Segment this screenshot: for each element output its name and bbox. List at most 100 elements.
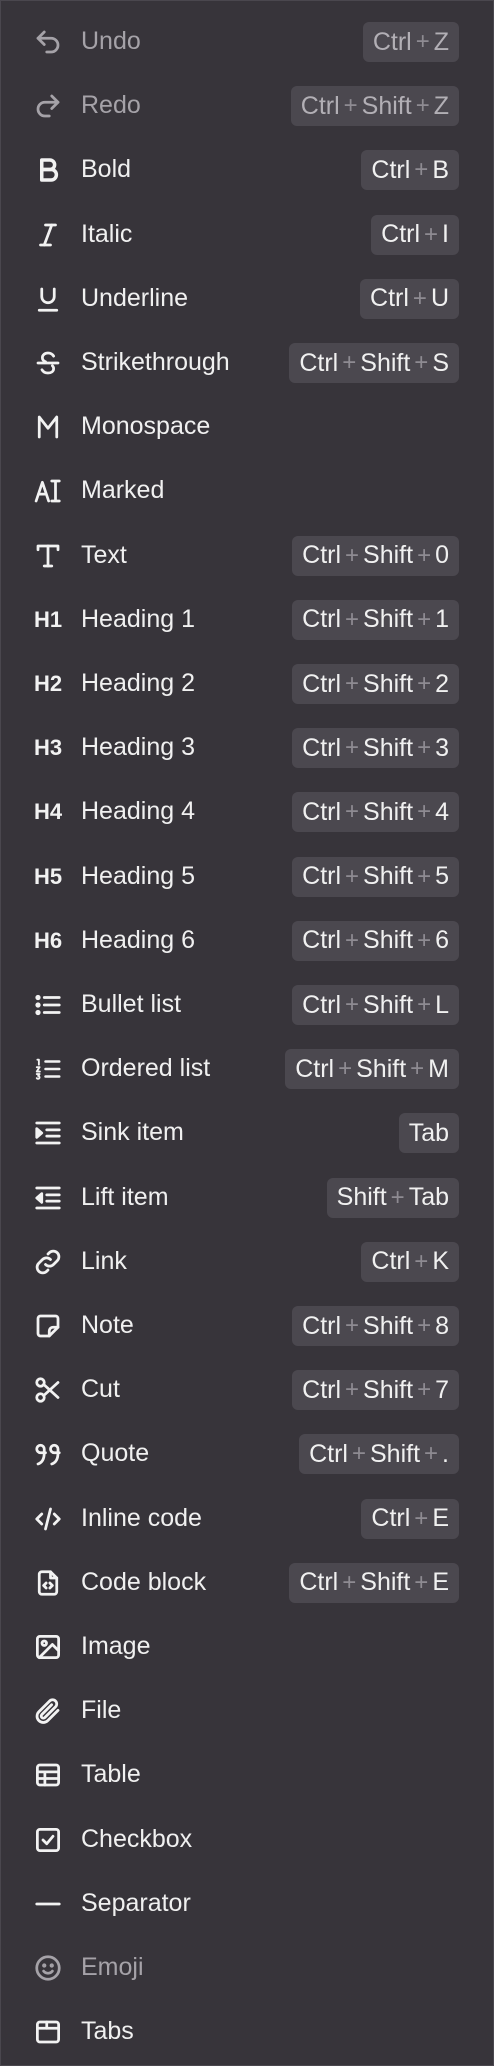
menu-item-separator[interactable]: Separator xyxy=(1,1871,493,1935)
keyboard-shortcut: Tab xyxy=(398,1113,459,1154)
note-icon xyxy=(33,1311,63,1341)
keyboard-shortcut: Ctrl + Shift +4 xyxy=(292,792,459,833)
keyboard-shortcut: Ctrl + Shift + Z xyxy=(290,86,459,127)
menu-item-sink-item[interactable]: Sink item Tab xyxy=(1,1100,493,1164)
menu-item-label: Italic xyxy=(81,219,133,248)
menu-item-label: Bullet list xyxy=(81,990,182,1018)
menu-item-heading-5[interactable]: H5 Heading 5 Ctrl + Shift +5 xyxy=(1,844,493,908)
checkbox-icon xyxy=(33,1825,63,1855)
tabs-icon xyxy=(33,2017,63,2047)
shortcut-plus: + xyxy=(417,991,432,1018)
menu-item-heading-2[interactable]: H2 Heading 2 Ctrl + Shift +2 xyxy=(1,651,493,715)
shortcut-key: 6 xyxy=(435,926,449,955)
menu-item-redo[interactable]: Redo Ctrl + Shift + Z xyxy=(1,73,493,137)
text-icon xyxy=(33,541,63,571)
menu-item-quote[interactable]: Quote Ctrl + Shift +. xyxy=(1,1421,493,1485)
menu-item-table[interactable]: Table xyxy=(1,1742,493,1806)
shortcut-key: 0 xyxy=(435,541,449,570)
menu-item-heading-1[interactable]: H1 Heading 1 Ctrl + Shift +1 xyxy=(1,587,493,651)
shortcut-key: Ctrl xyxy=(302,1375,342,1404)
menu-item-file[interactable]: File xyxy=(1,1678,493,1742)
menu-item-heading-4[interactable]: H4 Heading 4 Ctrl + Shift +4 xyxy=(1,779,493,843)
menu-item-lift-item[interactable]: Lift item Shift + Tab xyxy=(1,1165,493,1229)
shortcut-key: Ctrl xyxy=(302,605,342,634)
indent-icon xyxy=(33,1118,63,1148)
menu-item-code-block[interactable]: Code block Ctrl + Shift + E xyxy=(1,1550,493,1614)
menu-item-strikethrough[interactable]: Strikethrough Ctrl + Shift + S xyxy=(1,330,493,394)
shortcut-key: Shift xyxy=(363,541,414,570)
shortcut-key: 2 xyxy=(435,669,449,698)
shortcut-key: Ctrl xyxy=(372,27,412,56)
menu-item-inline-code[interactable]: Inline code Ctrl + E xyxy=(1,1486,493,1550)
menu-item-heading-6[interactable]: H6 Heading 6 Ctrl + Shift +6 xyxy=(1,908,493,972)
heading-1-icon: H1 xyxy=(33,606,63,632)
menu-item-label: Underline xyxy=(81,283,189,312)
shortcut-key: 5 xyxy=(435,862,449,891)
code-file-icon xyxy=(33,1568,63,1598)
menu-item-emoji[interactable]: Emoji xyxy=(1,1935,493,1999)
keyboard-shortcut: Ctrl + Shift +2 xyxy=(292,664,459,704)
menu-item-undo[interactable]: Undo Ctrl + Z xyxy=(1,9,493,73)
menu-item-cut[interactable]: Cut Ctrl + Shift +7 xyxy=(1,1357,493,1421)
menu-item-label: Note xyxy=(81,1311,134,1339)
heading-2-icon: H2 xyxy=(33,671,63,696)
shortcut-plus: + xyxy=(351,1440,366,1468)
shortcut-key: Ctrl xyxy=(309,1439,348,1468)
marked-icon xyxy=(33,476,63,506)
menu-item-label: Monospace xyxy=(81,412,211,441)
shortcut-key: I xyxy=(442,220,449,249)
shortcut-key: Shift xyxy=(336,1183,387,1212)
shortcut-key: Ctrl xyxy=(302,797,342,826)
command-menu: Undo Ctrl + Z Redo Ctrl + Shift + Z Bold Ctrl + B Ital… xyxy=(0,0,494,2066)
shortcut-key: Shift xyxy=(363,990,414,1019)
menu-item-label: Table xyxy=(81,1760,141,1789)
menu-item-marked[interactable]: Marked xyxy=(1,458,493,522)
shortcut-key: Shift xyxy=(360,348,411,377)
shortcut-key: Tab xyxy=(408,1118,449,1147)
keyboard-shortcut: Ctrl + Shift + M xyxy=(285,1049,459,1090)
menu-item-bold[interactable]: Bold Ctrl + B xyxy=(1,137,493,201)
menu-item-label: Text xyxy=(81,540,127,569)
shortcut-key: Ctrl xyxy=(302,1311,342,1340)
menu-item-ordered-list[interactable]: Ordered list Ctrl + Shift + M xyxy=(1,1036,493,1100)
shortcut-plus: + xyxy=(343,92,358,120)
menu-item-heading-3[interactable]: H3 Heading 3 Ctrl + Shift +3 xyxy=(1,715,493,779)
shortcut-key: Ctrl xyxy=(300,91,340,120)
shortcut-key: Shift xyxy=(363,862,414,891)
keyboard-shortcut: Ctrl + Z xyxy=(362,22,459,62)
keyboard-shortcut: Ctrl + Shift +1 xyxy=(292,599,459,640)
italic-icon xyxy=(33,220,63,250)
shortcut-key: B xyxy=(432,155,449,184)
menu-item-note[interactable]: Note Ctrl + Shift +8 xyxy=(1,1293,493,1357)
keyboard-shortcut: Ctrl + I xyxy=(371,214,459,255)
keyboard-shortcut: Ctrl + E xyxy=(361,1498,459,1539)
menu-item-label: Separator xyxy=(81,1888,191,1917)
menu-item-underline[interactable]: Underline Ctrl + U xyxy=(1,266,493,330)
shortcut-key: M xyxy=(428,1054,449,1083)
menu-item-label: Strikethrough xyxy=(81,348,230,376)
keyboard-shortcut: Ctrl + Shift +. xyxy=(299,1434,459,1475)
menu-item-label: Ordered list xyxy=(81,1054,211,1083)
emoji-icon xyxy=(33,1953,63,1983)
menu-item-label: Heading 5 xyxy=(81,861,195,890)
menu-item-image[interactable]: Image xyxy=(1,1614,493,1678)
shortcut-key: L xyxy=(435,990,449,1019)
menu-item-link[interactable]: Link Ctrl + K xyxy=(1,1229,493,1293)
shortcut-key: Shift xyxy=(363,797,414,826)
shortcut-key: K xyxy=(432,1247,449,1276)
menu-item-italic[interactable]: Italic Ctrl + I xyxy=(1,202,493,266)
menu-item-text[interactable]: Text Ctrl + Shift +0 xyxy=(1,523,493,587)
shortcut-key: Ctrl xyxy=(371,155,411,184)
keyboard-shortcut: Ctrl + Shift + E xyxy=(289,1562,459,1603)
shortcut-key: Ctrl xyxy=(371,1247,411,1276)
menu-item-label: Inline code xyxy=(81,1503,202,1532)
bold-icon xyxy=(33,155,63,185)
menu-item-tabs[interactable]: Tabs xyxy=(1,1999,493,2063)
shortcut-key: E xyxy=(432,1504,449,1533)
menu-item-checkbox[interactable]: Checkbox xyxy=(1,1807,493,1871)
separator-icon xyxy=(33,1889,63,1919)
shortcut-key: Ctrl xyxy=(302,541,342,570)
menu-item-bullet-list[interactable]: Bullet list Ctrl + Shift + L xyxy=(1,972,493,1036)
menu-item-monospace[interactable]: Monospace xyxy=(1,394,493,458)
shortcut-plus: + xyxy=(345,1376,360,1404)
